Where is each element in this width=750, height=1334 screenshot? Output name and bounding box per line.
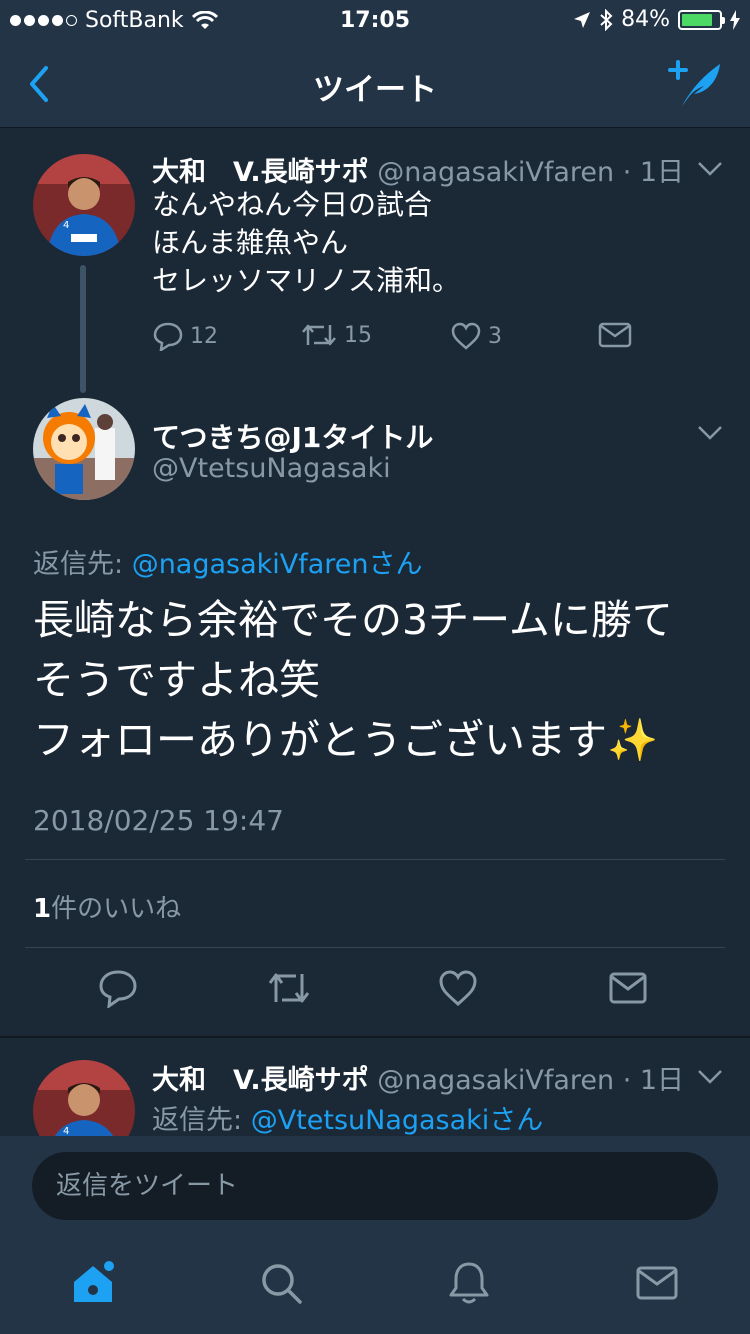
avatar[interactable] bbox=[33, 398, 135, 500]
reply-context: 返信先: @VtetsuNagasakiさん bbox=[152, 1098, 543, 1136]
heart-icon[interactable] bbox=[438, 968, 478, 1008]
chevron-down-icon[interactable] bbox=[696, 160, 724, 178]
focused-tweet-actions bbox=[0, 968, 750, 1018]
status-right: 84% bbox=[573, 7, 740, 32]
reply-prefix: 返信先: bbox=[152, 1105, 251, 1136]
tweet-thread[interactable]: 4 大和 V.長崎サポ @nagasakiVfaren · 1日 なんやねん今日… bbox=[0, 128, 750, 1136]
divider bbox=[25, 947, 725, 948]
reply-input[interactable]: 返信をツイート bbox=[32, 1152, 718, 1220]
tweet-line: そうですよね笑 bbox=[33, 656, 320, 704]
svg-text:4: 4 bbox=[63, 1126, 69, 1136]
tweet-line: 長崎なら余裕でその3チームに勝て bbox=[33, 596, 673, 644]
tweet-time: · 1日 bbox=[622, 157, 685, 188]
charging-icon bbox=[730, 9, 740, 30]
reply-context: 返信先: @nagasakiVfarenさん bbox=[33, 542, 423, 581]
tweet-text: 長崎なら余裕でその3チームに勝て そうですよね笑 フォローありがとうございます✨ bbox=[33, 590, 723, 770]
tab-bar bbox=[0, 1240, 750, 1334]
tweet-timestamp: 2018/02/25 19:47 bbox=[33, 804, 284, 837]
user-handle[interactable]: @nagasakiVfaren bbox=[377, 1065, 614, 1096]
retweet-icon[interactable] bbox=[266, 968, 312, 1008]
retweet-icon bbox=[302, 324, 336, 346]
tweet-line: ほんま雑魚やん bbox=[152, 226, 349, 259]
tweet-time: · 1日 bbox=[622, 1065, 685, 1096]
tweet-header: 大和 V.長崎サポ @nagasakiVfaren · 1日 bbox=[152, 1058, 684, 1097]
display-name[interactable]: 大和 V.長崎サポ bbox=[152, 157, 369, 188]
chevron-down-icon[interactable] bbox=[696, 1068, 724, 1086]
like-count: 3 bbox=[488, 323, 502, 349]
status-bar: SoftBank 17:05 84% bbox=[0, 0, 750, 40]
user-handle[interactable]: @nagasakiVfaren bbox=[377, 157, 614, 188]
reply-to-link[interactable]: @nagasakiVfarenさん bbox=[132, 549, 423, 580]
compose-tweet-icon[interactable] bbox=[668, 58, 724, 110]
tweet-actions: 12 15 3 bbox=[152, 321, 652, 361]
user-handle[interactable]: @VtetsuNagasaki bbox=[152, 453, 391, 484]
navigation-bar: ツイート bbox=[0, 40, 750, 128]
heart-icon bbox=[451, 322, 481, 350]
envelope-icon[interactable] bbox=[608, 968, 648, 1008]
avatar[interactable]: 4 bbox=[33, 1060, 135, 1136]
reply-button[interactable]: 12 bbox=[152, 321, 218, 351]
svg-text:4: 4 bbox=[63, 220, 69, 231]
home-icon[interactable] bbox=[70, 1260, 116, 1306]
likes-label: 件のいいね bbox=[51, 894, 182, 924]
retweet-button[interactable]: 15 bbox=[300, 321, 372, 349]
reply-icon bbox=[153, 322, 183, 351]
search-icon[interactable] bbox=[258, 1260, 304, 1306]
avatar[interactable]: 4 bbox=[33, 154, 135, 256]
bluetooth-icon bbox=[600, 8, 613, 31]
thread-connector bbox=[80, 265, 86, 393]
display-name[interactable]: 大和 V.長崎サポ bbox=[152, 1065, 369, 1096]
tweet-line: フォローありがとうございます✨ bbox=[33, 716, 659, 764]
battery-percent: 84% bbox=[621, 7, 670, 32]
retweet-count: 15 bbox=[344, 322, 372, 348]
reply-count: 12 bbox=[190, 323, 218, 349]
tweet-line: なんやねん今日の試合 bbox=[152, 188, 433, 221]
tweet-header: 大和 V.長崎サポ @nagasakiVfaren · 1日 bbox=[152, 150, 684, 189]
direct-message-button[interactable] bbox=[598, 321, 632, 349]
tweet-line: セレッソマリノス浦和。 bbox=[152, 264, 461, 297]
reply-bar: 返信をツイート bbox=[0, 1136, 750, 1240]
messages-icon[interactable] bbox=[634, 1260, 680, 1306]
reply-icon[interactable] bbox=[98, 968, 138, 1008]
section-divider bbox=[0, 1036, 750, 1038]
chevron-down-icon[interactable] bbox=[696, 424, 724, 442]
like-button[interactable]: 3 bbox=[450, 321, 502, 351]
reply-prefix: 返信先: bbox=[33, 549, 132, 580]
likes-count: 1 bbox=[33, 894, 52, 924]
display-name[interactable]: てつきち@J1タイトル bbox=[152, 416, 433, 456]
reply-to-link[interactable]: @VtetsuNagasakiさん bbox=[251, 1105, 544, 1136]
tweet-text: なんやねん今日の試合 ほんま雑魚やん セレッソマリノス浦和。 bbox=[152, 186, 460, 300]
battery-icon bbox=[678, 9, 725, 30]
notifications-bell-icon[interactable] bbox=[446, 1260, 492, 1306]
location-arrow-icon bbox=[574, 11, 591, 28]
page-title: ツイート bbox=[313, 72, 437, 108]
likes-summary[interactable]: 1件のいいね bbox=[33, 888, 181, 925]
envelope-icon bbox=[598, 322, 632, 348]
divider bbox=[25, 859, 725, 860]
